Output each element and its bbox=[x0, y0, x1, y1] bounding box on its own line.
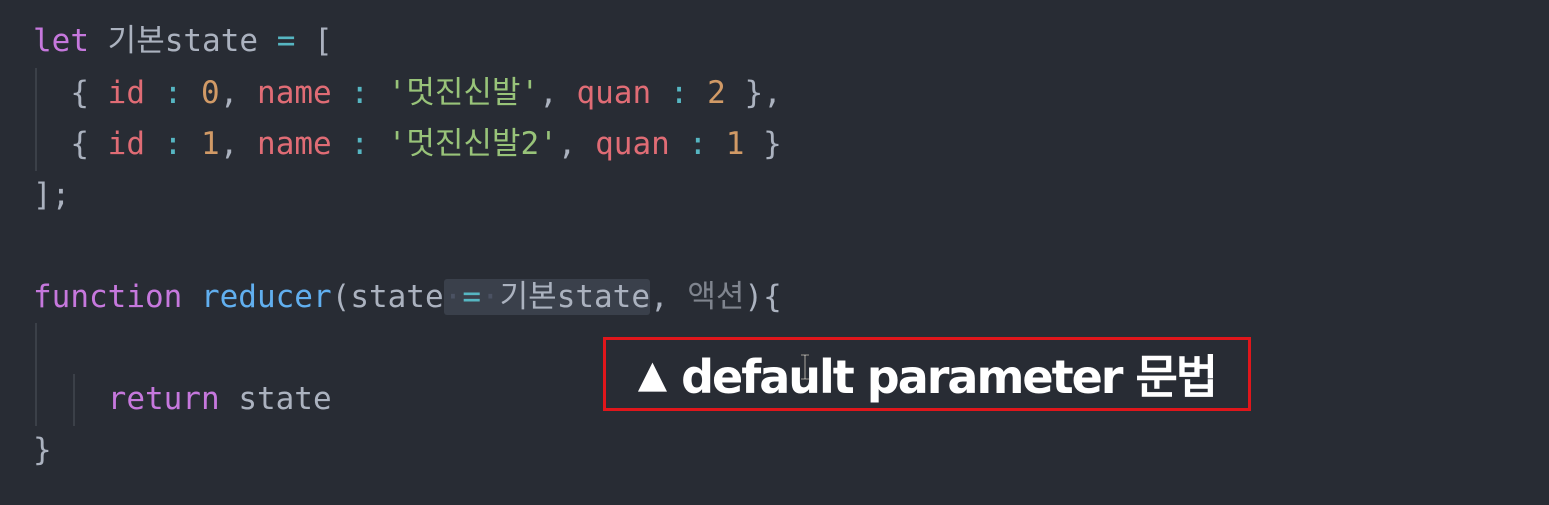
keyword-function: function bbox=[33, 279, 183, 315]
comma: , bbox=[650, 279, 669, 315]
property-quan: quan bbox=[576, 75, 652, 111]
code-line-2: { id : 0, name : '멋진신발', quan : 2 }, bbox=[33, 68, 782, 119]
caption-box: ▲ default parameter 문법 bbox=[603, 337, 1251, 411]
colon: : bbox=[669, 75, 689, 111]
text-cursor-icon bbox=[800, 354, 810, 380]
colon: : bbox=[688, 126, 708, 162]
variable-name: 기본state bbox=[107, 23, 259, 59]
operator-equals: = bbox=[462, 279, 481, 315]
property-id: id bbox=[107, 126, 145, 162]
number-value: 0 bbox=[201, 75, 220, 111]
code-line-8: return state bbox=[33, 374, 332, 425]
colon: : bbox=[163, 75, 183, 111]
string-value: '멋진신발' bbox=[387, 75, 540, 111]
number-value: 1 bbox=[201, 126, 220, 162]
property-quan: quan bbox=[595, 126, 670, 162]
colon: : bbox=[350, 126, 370, 162]
number-value: 1 bbox=[725, 126, 745, 162]
brace-open: { bbox=[70, 75, 89, 111]
default-value: 기본state bbox=[499, 279, 651, 315]
comma: , bbox=[539, 75, 558, 111]
code-editor[interactable]: let 기본state = [ { id : 0, name : '멋진신발',… bbox=[0, 0, 1549, 505]
comma: , bbox=[219, 126, 239, 162]
code-line-9: } bbox=[33, 425, 52, 476]
brace-open: { bbox=[70, 126, 89, 162]
operator-equals: = bbox=[276, 23, 296, 59]
property-name: name bbox=[257, 126, 332, 162]
brace-close: } bbox=[33, 432, 52, 468]
triangle-up-icon: ▲ bbox=[637, 352, 668, 396]
string-value: '멋진신발2' bbox=[387, 126, 558, 162]
brace-close: }, bbox=[744, 75, 782, 111]
comma: , bbox=[219, 75, 239, 111]
number-value: 2 bbox=[707, 75, 726, 111]
code-line-3: { id : 1, name : '멋진신발2', quan : 1 } bbox=[33, 119, 782, 170]
selection-highlight: ·=·기본state bbox=[443, 279, 651, 315]
param-action: 액션 bbox=[687, 279, 745, 315]
code-line-4: ]; bbox=[33, 170, 70, 221]
comma: , bbox=[557, 126, 577, 162]
paren-close-brace: ){ bbox=[744, 279, 782, 315]
code-line-1: let 기본state = [ bbox=[33, 16, 333, 67]
property-name: name bbox=[257, 75, 332, 111]
brace-close: } bbox=[763, 126, 782, 162]
colon: : bbox=[350, 75, 370, 111]
property-id: id bbox=[107, 75, 145, 111]
return-value: state bbox=[238, 381, 332, 417]
param-state: state bbox=[350, 279, 444, 315]
bracket-close: ]; bbox=[33, 177, 71, 213]
code-line-6: function reducer(state·=·기본state, 액션){ bbox=[33, 272, 782, 323]
colon: : bbox=[163, 126, 183, 162]
bracket-open: [ bbox=[314, 23, 333, 59]
paren-open: ( bbox=[331, 279, 351, 315]
keyword-let: let bbox=[33, 23, 89, 59]
function-name: reducer bbox=[200, 279, 332, 315]
caption-text: default parameter 문법 bbox=[681, 350, 1218, 404]
keyword-return: return bbox=[107, 381, 220, 417]
